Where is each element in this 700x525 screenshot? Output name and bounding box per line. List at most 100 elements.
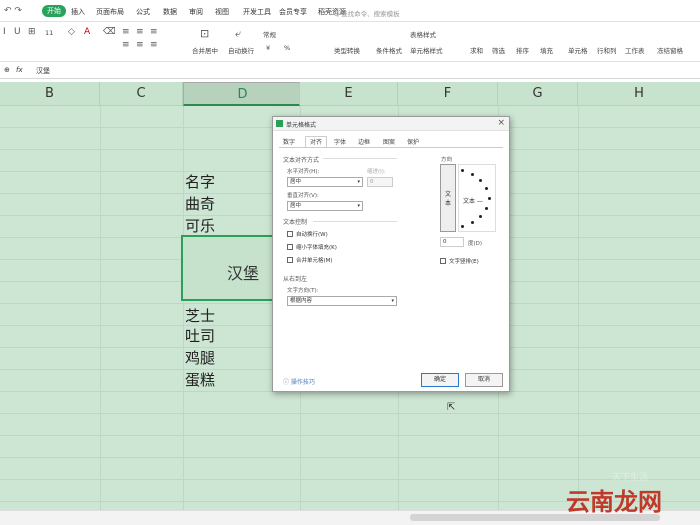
col-header-d[interactable]: D <box>183 82 300 106</box>
text-direction-label: 文字方向(T): <box>287 288 319 294</box>
cell-style-button[interactable]: 单元格样式 <box>410 45 443 55</box>
wrap-text-icon[interactable]: ⤶ <box>235 27 241 41</box>
tab-number[interactable]: 数字 <box>283 137 295 147</box>
border-icon[interactable]: ⊞ <box>28 27 36 37</box>
formula-input[interactable]: 汉堡 <box>36 66 50 76</box>
eraser-icon[interactable]: ⌫ <box>103 27 116 37</box>
cell-d-drumstick[interactable]: 鸡腿 <box>183 347 275 368</box>
cell-d-cola[interactable]: 可乐 <box>183 215 275 236</box>
col-header-f[interactable]: F <box>398 82 498 106</box>
tab-start[interactable]: 开始 <box>42 5 66 17</box>
tab-formula[interactable]: 公式 <box>136 7 150 17</box>
col-header-b[interactable]: B <box>0 82 100 106</box>
vertical-text-box[interactable]: 文本 <box>440 164 456 232</box>
checkbox-box <box>287 231 293 237</box>
ribbon-toolbar: I U ⊞ 11 ◇ A ⌫ ≡ ≡ ≡ ≡ ≡ ≡ ⊡ 合并居中 ⤶ 自动换行… <box>0 22 700 62</box>
cancel-button[interactable]: 取消 <box>465 373 503 387</box>
tab-pattern[interactable]: 图案 <box>383 137 395 147</box>
tab-insert[interactable]: 插入 <box>71 7 85 17</box>
number-format-select[interactable]: 常规 <box>263 29 276 39</box>
type-convert-button[interactable]: 类型转换 <box>334 45 360 55</box>
col-header-c[interactable]: C <box>100 82 183 106</box>
cell-button[interactable]: 单元格 <box>568 45 588 55</box>
tab-data[interactable]: 数据 <box>163 7 177 17</box>
col-header-g[interactable]: G <box>498 82 578 106</box>
column-headers: B C D E F G H <box>0 82 700 106</box>
app-icon <box>276 120 283 127</box>
font-size-select[interactable]: 11 <box>45 29 53 37</box>
v-align-select[interactable]: 居中 ▾ <box>287 201 363 211</box>
merge-center-icon[interactable]: ⊡ <box>200 27 209 40</box>
align-right-icon[interactable]: ≡ <box>150 40 158 50</box>
freeze-button[interactable]: 冻结窗格 <box>657 45 683 55</box>
orientation-dial[interactable]: 文本 — <box>458 164 496 232</box>
indent-spinner[interactable]: 0 <box>367 177 393 187</box>
tab-view[interactable]: 视图 <box>215 7 229 17</box>
help-link[interactable]: ⓘ 操作技巧 <box>283 377 315 386</box>
vertical-text-checkbox[interactable]: 文字竖排(E) <box>440 257 479 265</box>
sort-button[interactable]: 排序 <box>516 45 529 55</box>
text-direction-select[interactable]: 根据内容 ▾ <box>287 296 397 306</box>
ok-button[interactable]: 确定 <box>421 373 459 387</box>
fx-icon[interactable]: fx <box>16 66 23 74</box>
col-header-h[interactable]: H <box>578 82 700 106</box>
merge-center-button[interactable]: 合并居中 <box>192 45 218 55</box>
degree-spinner[interactable]: 0 <box>440 237 464 247</box>
cell-d-cake[interactable]: 蛋糕 <box>183 369 275 390</box>
cell-d-toast[interactable]: 吐司 <box>183 325 275 346</box>
tab-developer[interactable]: 开发工具 <box>243 7 271 17</box>
dial-dot <box>485 187 488 190</box>
dial-dot <box>479 215 482 218</box>
align-bottom-icon[interactable]: ≡ <box>150 27 158 37</box>
worksheet-button[interactable]: 工作表 <box>625 45 645 55</box>
sum-button[interactable]: 求和 <box>470 45 483 55</box>
tab-font[interactable]: 字体 <box>334 137 346 147</box>
wrap-text-checkbox[interactable]: 自动换行(W) <box>287 230 328 238</box>
cell-d-cookie[interactable]: 曲奇 <box>183 193 275 214</box>
close-icon[interactable]: × <box>497 118 505 128</box>
percent-button[interactable]: % <box>284 44 290 52</box>
align-center-icon[interactable]: ≡ <box>136 40 144 50</box>
search-input[interactable]: Q 查找命令、搜索模板 <box>334 8 400 18</box>
fill-button[interactable]: 填充 <box>540 45 553 55</box>
currency-button[interactable]: ¥ <box>266 44 270 52</box>
degree-label: 度(D) <box>468 241 483 247</box>
auto-wrap-button[interactable]: 自动换行 <box>228 45 254 55</box>
cell-d-name[interactable]: 名字 <box>183 171 275 192</box>
align-left-icon[interactable]: ≡ <box>122 40 130 50</box>
italic-icon[interactable]: I <box>3 27 6 37</box>
align-top-icon[interactable]: ≡ <box>122 27 130 37</box>
dialog-titlebar: 单元格格式 × <box>273 117 509 131</box>
tab-alignment[interactable]: 对齐 <box>305 136 328 147</box>
cell-d-cheese[interactable]: 芝士 <box>183 305 275 326</box>
underline-icon[interactable]: U <box>14 27 21 37</box>
watermark-logo: 云南龙网 <box>566 487 662 516</box>
formula-bar: ⊕ fx 汉堡 <box>0 63 700 79</box>
spreadsheet-app: { "menu":{ "quick_access":"↶ ↷", "start"… <box>0 0 700 525</box>
merge-cells-checkbox[interactable]: 合并单元格(M) <box>287 256 333 264</box>
tab-border[interactable]: 边框 <box>358 137 370 147</box>
degree-value: 0 <box>443 239 447 245</box>
table-style-button[interactable]: 表格样式 <box>410 29 436 39</box>
font-color-icon[interactable]: A <box>84 27 90 37</box>
undo-redo-icons[interactable]: ↶ ↷ <box>4 6 22 16</box>
col-header-e[interactable]: E <box>300 82 398 106</box>
align-middle-icon[interactable]: ≡ <box>136 27 144 37</box>
tab-member[interactable]: 会员专享 <box>279 7 307 17</box>
tab-review[interactable]: 审阅 <box>189 7 203 17</box>
cond-format-button[interactable]: 条件格式 <box>376 45 402 55</box>
fill-color-icon[interactable]: ◇ <box>68 27 75 37</box>
tab-page-layout[interactable]: 页面布局 <box>96 7 124 17</box>
filter-button[interactable]: 筛选 <box>492 45 505 55</box>
shrink-fit-checkbox[interactable]: 缩小字体填充(K) <box>287 243 337 251</box>
h-align-select[interactable]: 居中 ▾ <box>287 177 363 187</box>
row-col-button[interactable]: 行和列 <box>597 45 617 55</box>
selected-merged-cell[interactable]: 汉堡 <box>181 235 276 301</box>
chevron-down-icon: ▾ <box>357 179 360 185</box>
zoom-icon[interactable]: ⊕ <box>4 66 10 74</box>
dial-dot <box>471 173 474 176</box>
vertical-text-char: 文本 <box>445 191 452 207</box>
grid-line <box>578 106 579 510</box>
tab-protection[interactable]: 保护 <box>407 137 419 147</box>
cell-d-burger: 汉堡 <box>227 264 260 283</box>
